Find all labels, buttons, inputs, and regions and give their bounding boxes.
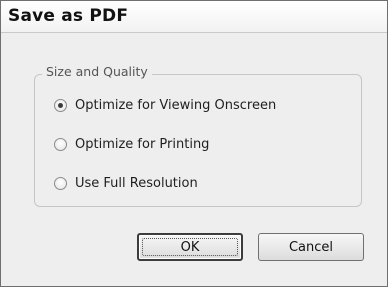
option-full-resolution[interactable]: Use Full Resolution: [54, 174, 198, 192]
option-viewing-onscreen[interactable]: Optimize for Viewing Onscreen: [54, 96, 276, 114]
option-printing[interactable]: Optimize for Printing: [54, 135, 209, 153]
option-label: Optimize for Viewing Onscreen: [75, 97, 277, 113]
size-quality-legend: Size and Quality: [42, 64, 152, 79]
radio-button[interactable]: [54, 176, 67, 190]
dialog-title: Save as PDF: [8, 6, 129, 26]
ok-button[interactable]: OK: [137, 233, 243, 261]
save-as-pdf-dialog: Save as PDF Size and Quality Optimize fo…: [0, 0, 388, 287]
cancel-button[interactable]: Cancel: [258, 233, 364, 261]
ok-label: OK: [180, 239, 200, 255]
title-bar[interactable]: Save as PDF: [1, 1, 387, 33]
cancel-label: Cancel: [288, 239, 334, 255]
option-label: Optimize for Printing: [75, 136, 210, 152]
option-label: Use Full Resolution: [75, 175, 198, 191]
radio-button-selected[interactable]: [54, 98, 67, 112]
radio-button[interactable]: [54, 137, 67, 151]
